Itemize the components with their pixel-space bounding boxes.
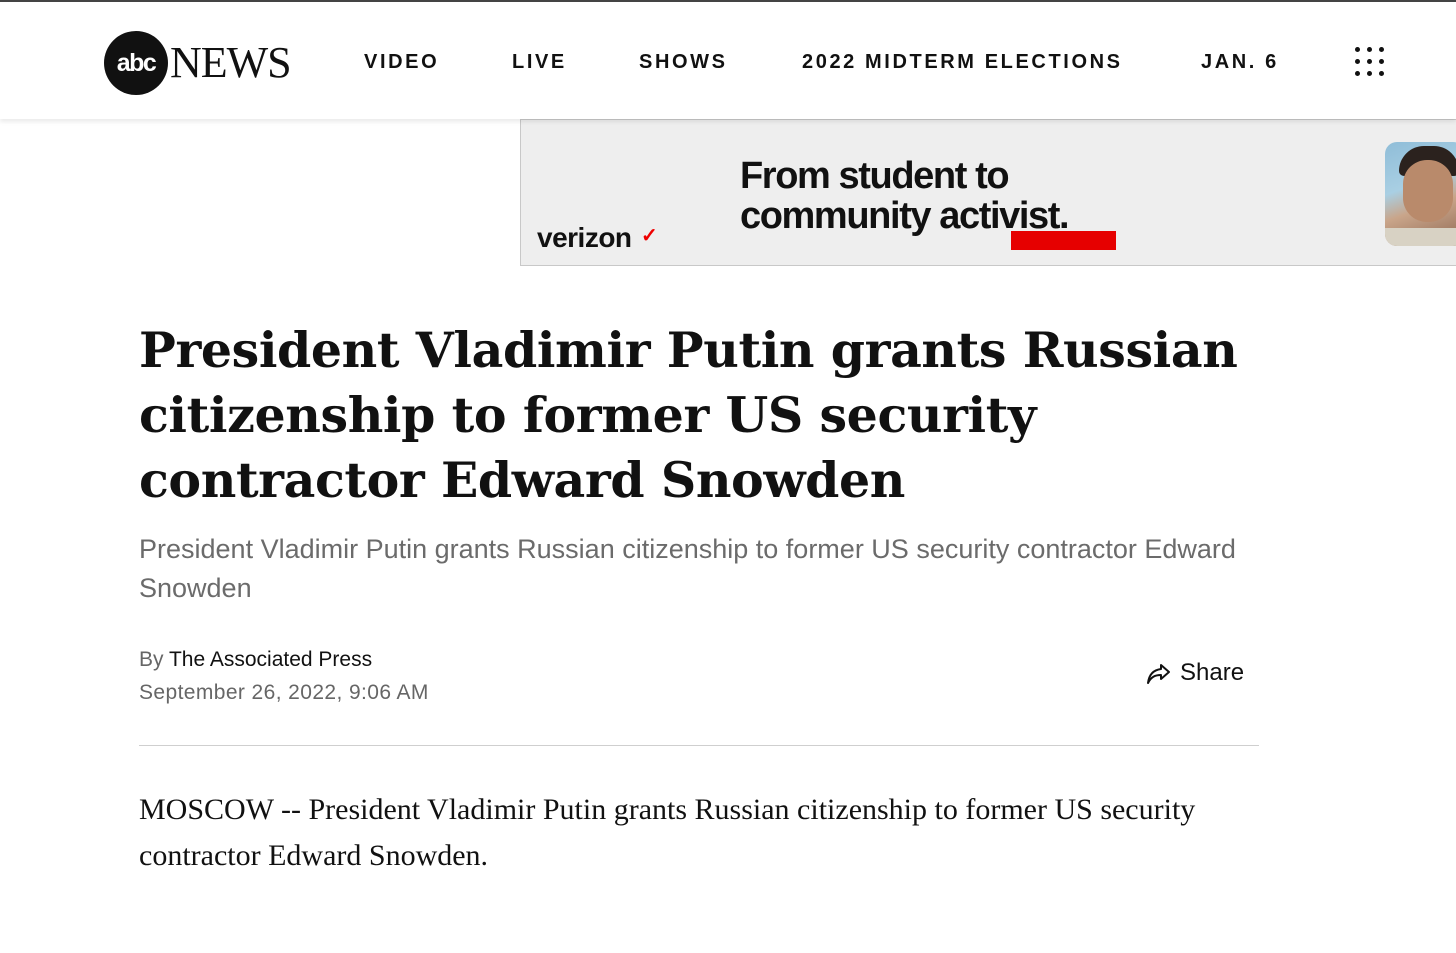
share-label: Share — [1180, 659, 1245, 686]
share-button[interactable]: Share — [1146, 657, 1244, 689]
article-headline: President Vladimir Putin grants Russian … — [139, 321, 1238, 509]
nav-shows[interactable]: SHOWS — [639, 48, 728, 76]
byline-prefix: By — [139, 648, 164, 671]
nav-midterm-elections[interactable]: 2022 MIDTERM ELECTIONS — [802, 48, 1123, 76]
nav-jan-6[interactable]: JAN. 6 — [1201, 48, 1279, 76]
site-header: abc NEWS VIDEO LIVE SHOWS 2022 MIDTERM E… — [0, 2, 1456, 119]
ad-brand-logo: verizon — [537, 222, 632, 253]
article-byline: By The Associated Press — [139, 646, 372, 674]
grid-dots-icon[interactable] — [1355, 47, 1385, 77]
article-divider — [139, 745, 1259, 746]
nav-live[interactable]: LIVE — [512, 48, 567, 76]
ad-person-photo — [1385, 142, 1456, 246]
verizon-check-icon: ✓ — [641, 225, 658, 247]
article-subhead: President Vladimir Putin grants Russian … — [139, 534, 1236, 603]
verizon-ad-banner[interactable]: verizon ✓ From student to community acti… — [520, 119, 1456, 266]
article-body: MOSCOW -- President Vladimir Putin grant… — [139, 793, 1196, 872]
ad-headline: From student to community activist. — [740, 155, 1070, 237]
share-arrow-icon — [1147, 664, 1170, 684]
article-date: September 26, 2022, 9:06 AM — [139, 681, 429, 704]
main-nav: VIDEO LIVE SHOWS 2022 MIDTERM ELECTIONS … — [0, 48, 1456, 76]
author-link[interactable]: The Associated Press — [169, 648, 372, 671]
nav-video[interactable]: VIDEO — [364, 48, 439, 76]
